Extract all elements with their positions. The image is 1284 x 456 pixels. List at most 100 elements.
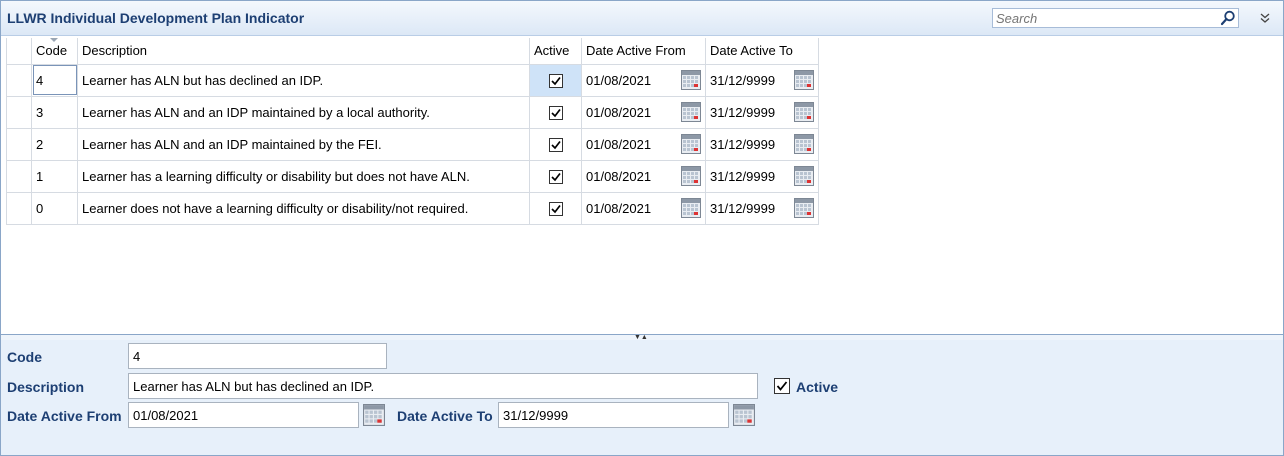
cell-date-from[interactable]: 01/08/2021 [581, 127, 706, 161]
cell-active[interactable] [529, 95, 582, 129]
cell-code-text: 4 [36, 72, 44, 88]
cell-active[interactable] [529, 63, 582, 97]
cell-date-to[interactable]: 31/12/9999 [705, 127, 819, 161]
cell-description[interactable]: Learner does not have a learning difficu… [77, 191, 530, 225]
cell-description-text: Learner has ALN but has declined an IDP. [82, 72, 324, 88]
row-selector-header [6, 38, 32, 65]
cell-date-from[interactable]: 01/08/2021 [581, 95, 706, 129]
table-row[interactable]: 1 Learner has a learning difficulty or d… [6, 159, 819, 193]
date-from-calendar-button[interactable] [363, 404, 385, 426]
date-from-cell-wrap: 01/08/2021 [586, 129, 701, 159]
active-checkbox-icon [548, 201, 563, 216]
cell-code[interactable]: 4 [31, 63, 78, 97]
cell-code[interactable]: 2 [31, 127, 78, 161]
collapse-button[interactable] [1256, 10, 1274, 26]
cell-active[interactable] [529, 127, 582, 161]
date-to-calendar-button[interactable] [794, 166, 814, 186]
date-from-calendar-button[interactable] [681, 102, 701, 122]
cell-date-to[interactable]: 31/12/9999 [705, 159, 819, 193]
cell-date-to[interactable]: 31/12/9999 [705, 191, 819, 225]
cell-date-from-text: 01/08/2021 [586, 104, 652, 120]
date-from-calendar-button[interactable] [681, 70, 701, 90]
column-header-date-to[interactable]: Date Active To [705, 38, 819, 65]
cell-code[interactable]: 1 [31, 159, 78, 193]
cell-description[interactable]: Learner has ALN and an IDP maintained by… [77, 127, 530, 161]
date-to-field[interactable] [498, 402, 729, 428]
cell-description-text: Learner has ALN and an IDP maintained by… [82, 136, 382, 152]
calendar-icon [794, 198, 814, 218]
column-header-active-label: Active [534, 43, 570, 59]
cell-date-to-text: 31/12/9999 [710, 72, 776, 88]
cell-code-text: 2 [36, 136, 44, 152]
table-row[interactable]: 3 Learner has ALN and an IDP maintained … [6, 95, 819, 129]
grid-header-row: Code Description Active Date Active From… [6, 38, 819, 65]
table-row[interactable]: 0 Learner does not have a learning diffi… [6, 191, 819, 225]
column-header-code-label: Code [36, 43, 68, 59]
cell-description[interactable]: Learner has ALN and an IDP maintained by… [77, 95, 530, 129]
page-title: LLWR Individual Development Plan Indicat… [7, 10, 305, 26]
double-chevron-down-icon [1260, 13, 1270, 23]
cell-active[interactable] [529, 191, 582, 225]
cell-date-to-text: 31/12/9999 [710, 136, 776, 152]
cell-date-to[interactable]: 31/12/9999 [705, 63, 819, 97]
column-header-date-to-label: Date Active To [710, 43, 793, 59]
date-to-calendar-button[interactable] [794, 198, 814, 218]
row-selector[interactable] [6, 95, 32, 129]
row-selector[interactable] [6, 191, 32, 225]
date-to-calendar-button[interactable] [794, 70, 814, 90]
date-from-calendar-button[interactable] [681, 198, 701, 218]
cell-date-to[interactable]: 31/12/9999 [705, 95, 819, 129]
cell-active[interactable] [529, 159, 582, 193]
cell-code[interactable]: 0 [31, 191, 78, 225]
date-to-calendar-button[interactable] [794, 102, 814, 122]
table-row[interactable]: 2 Learner has ALN and an IDP maintained … [6, 127, 819, 161]
column-header-description[interactable]: Description [77, 38, 530, 65]
checkmark-icon [550, 172, 561, 182]
calendar-icon [681, 70, 701, 90]
cell-date-from-text: 01/08/2021 [586, 168, 652, 184]
active-checkbox-icon [548, 73, 563, 88]
calendar-icon [681, 102, 701, 122]
row-selector[interactable] [6, 63, 32, 97]
date-from-calendar-button[interactable] [681, 166, 701, 186]
cell-description[interactable]: Learner has a learning difficulty or dis… [77, 159, 530, 193]
cell-date-from[interactable]: 01/08/2021 [581, 63, 706, 97]
checkmark-icon [550, 140, 561, 150]
data-grid: Code Description Active Date Active From… [1, 36, 1283, 334]
active-checkbox[interactable] [774, 377, 790, 394]
cell-code[interactable]: 3 [31, 95, 78, 129]
checkmark-icon [776, 381, 788, 391]
active-checkbox-icon [548, 169, 563, 184]
search-input[interactable] [993, 10, 1218, 26]
date-to-cell-wrap: 31/12/9999 [710, 97, 814, 127]
date-from-cell-wrap: 01/08/2021 [586, 97, 701, 127]
code-field[interactable] [128, 343, 387, 369]
cell-date-from-text: 01/08/2021 [586, 72, 652, 88]
cell-date-to-text: 31/12/9999 [710, 104, 776, 120]
cell-code-text: 0 [36, 200, 44, 216]
date-from-cell-wrap: 01/08/2021 [586, 193, 701, 223]
checkmark-icon [550, 204, 561, 214]
column-header-active[interactable]: Active [529, 38, 582, 65]
cell-description[interactable]: Learner has ALN but has declined an IDP. [77, 63, 530, 97]
cell-date-from[interactable]: 01/08/2021 [581, 159, 706, 193]
date-from-field[interactable] [128, 402, 359, 428]
cell-code-text: 3 [36, 104, 44, 120]
description-field[interactable] [128, 373, 758, 399]
date-to-calendar-button[interactable] [733, 404, 755, 426]
table-row[interactable]: 4 Learner has ALN but has declined an ID… [6, 63, 819, 97]
column-header-date-from[interactable]: Date Active From [581, 38, 706, 65]
row-selector[interactable] [6, 127, 32, 161]
date-to-calendar-button[interactable] [794, 134, 814, 154]
date-from-calendar-button[interactable] [681, 134, 701, 154]
detail-form: Code Description Active Date Active From… [1, 340, 1283, 455]
cell-date-from[interactable]: 01/08/2021 [581, 191, 706, 225]
active-checkbox-box [774, 377, 790, 394]
checkmark-icon [550, 76, 561, 86]
row-selector[interactable] [6, 159, 32, 193]
calendar-icon [681, 198, 701, 218]
search-icon [1220, 10, 1235, 26]
date-from-label: Date Active From [7, 408, 122, 424]
search-button[interactable] [1218, 9, 1238, 27]
column-header-code[interactable]: Code [31, 38, 78, 65]
